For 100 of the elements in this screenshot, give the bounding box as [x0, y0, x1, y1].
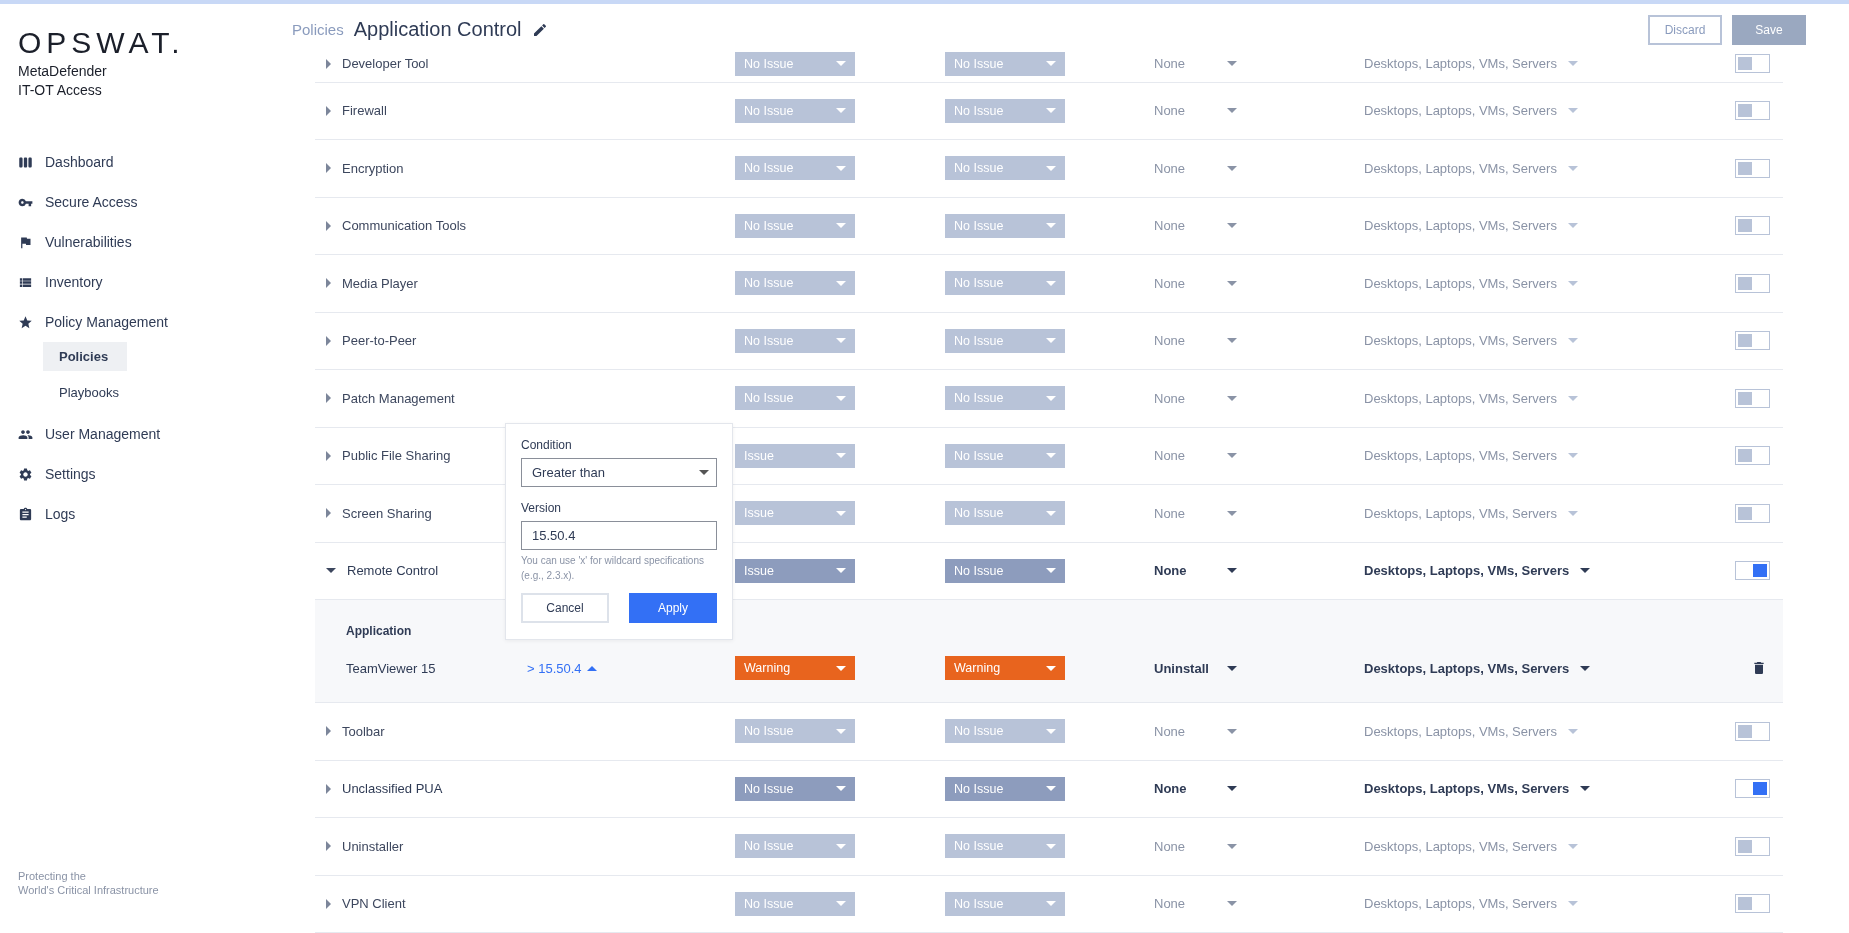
action-dropdown[interactable]: None	[1154, 103, 1242, 119]
action-dropdown[interactable]: None	[1154, 333, 1242, 349]
platform-dropdown[interactable]: Desktops, Laptops, VMs, Servers	[1364, 563, 1596, 579]
action-dropdown[interactable]: None	[1154, 390, 1242, 406]
action-dropdown[interactable]: None	[1154, 723, 1242, 739]
severity-dropdown[interactable]: No Issue	[945, 51, 1065, 76]
breadcrumb-link[interactable]: Policies	[292, 21, 344, 39]
severity-dropdown[interactable]: No Issue	[735, 156, 855, 181]
action-dropdown[interactable]: None	[1154, 218, 1242, 234]
severity-dropdown[interactable]: No Issue	[945, 443, 1065, 468]
action-dropdown[interactable]: None	[1154, 275, 1242, 291]
platform-dropdown[interactable]: Desktops, Laptops, VMs, Servers	[1364, 723, 1583, 739]
nav-item[interactable]: Logs	[18, 494, 76, 534]
severity-dropdown[interactable]: No Issue	[945, 501, 1065, 526]
platform-dropdown[interactable]: Desktops, Laptops, VMs, Servers	[1364, 660, 1596, 676]
action-dropdown[interactable]: None	[1154, 160, 1242, 176]
enable-toggle[interactable]	[1735, 101, 1770, 121]
platform-dropdown[interactable]: Desktops, Laptops, VMs, Servers	[1364, 275, 1583, 291]
platform-dropdown[interactable]: Desktops, Laptops, VMs, Servers	[1364, 505, 1583, 521]
severity-dropdown[interactable]: No Issue	[945, 271, 1065, 296]
header-button[interactable]: Discard	[1648, 14, 1722, 45]
severity-dropdown[interactable]: No Issue	[735, 834, 855, 859]
collapse-icon[interactable]	[326, 568, 336, 574]
nav-item[interactable]: Dashboard	[18, 142, 114, 182]
enable-toggle[interactable]	[1735, 779, 1770, 799]
severity-dropdown[interactable]: Warning	[945, 656, 1065, 680]
platform-dropdown[interactable]: Desktops, Laptops, VMs, Servers	[1364, 390, 1583, 406]
expand-icon[interactable]	[326, 335, 331, 346]
nav-item[interactable]: Vulnerabilities	[18, 222, 132, 262]
platform-dropdown[interactable]: Desktops, Laptops, VMs, Servers	[1364, 160, 1583, 176]
severity-dropdown[interactable]: No Issue	[735, 271, 855, 296]
severity-dropdown[interactable]: Warning	[735, 656, 855, 680]
nav-item[interactable]: Secure Access	[18, 182, 138, 222]
nav-item[interactable]: Inventory	[18, 262, 103, 302]
platform-dropdown[interactable]: Desktops, Laptops, VMs, Servers	[1364, 103, 1583, 119]
severity-dropdown[interactable]: No Issue	[735, 776, 855, 801]
enable-toggle[interactable]	[1735, 216, 1770, 236]
nav-subitem[interactable]: Policies	[43, 342, 127, 371]
action-dropdown[interactable]: None	[1154, 896, 1242, 912]
expand-icon[interactable]	[326, 393, 331, 404]
expand-icon[interactable]	[326, 163, 331, 174]
enable-toggle[interactable]	[1735, 836, 1770, 856]
cancel-button[interactable]: Cancel	[521, 592, 609, 623]
platform-dropdown[interactable]: Desktops, Laptops, VMs, Servers	[1364, 781, 1596, 797]
expand-icon[interactable]	[326, 105, 331, 116]
nav-subitem[interactable]: Playbooks	[43, 378, 127, 407]
version-field[interactable]: 15.50.4	[521, 520, 717, 550]
nav-item[interactable]: Policy Management	[18, 302, 168, 342]
severity-dropdown[interactable]: No Issue	[945, 834, 1065, 859]
expand-icon[interactable]	[326, 450, 331, 461]
condition-select[interactable]: Greater than	[521, 457, 717, 487]
severity-dropdown[interactable]: Issue	[735, 558, 855, 583]
platform-dropdown[interactable]: Desktops, Laptops, VMs, Servers	[1364, 896, 1583, 912]
severity-dropdown[interactable]: No Issue	[945, 328, 1065, 353]
expand-icon[interactable]	[326, 898, 331, 909]
action-dropdown[interactable]: None	[1154, 505, 1242, 521]
severity-dropdown[interactable]: No Issue	[735, 719, 855, 744]
severity-dropdown[interactable]: No Issue	[945, 719, 1065, 744]
action-dropdown[interactable]: None	[1154, 781, 1242, 797]
expand-icon[interactable]	[326, 508, 331, 519]
severity-dropdown[interactable]: No Issue	[945, 98, 1065, 123]
enable-toggle[interactable]	[1735, 331, 1770, 351]
action-dropdown[interactable]: Uninstall	[1154, 660, 1242, 676]
severity-dropdown[interactable]: Issue	[735, 443, 855, 468]
apply-button[interactable]: Apply	[629, 592, 717, 623]
enable-toggle[interactable]	[1735, 158, 1770, 178]
severity-dropdown[interactable]: No Issue	[945, 156, 1065, 181]
severity-dropdown[interactable]: No Issue	[735, 328, 855, 353]
enable-toggle[interactable]	[1735, 894, 1770, 914]
platform-dropdown[interactable]: Desktops, Laptops, VMs, Servers	[1364, 218, 1583, 234]
delete-icon[interactable]	[1751, 660, 1767, 676]
enable-toggle[interactable]	[1735, 388, 1770, 408]
enable-toggle[interactable]	[1735, 721, 1770, 741]
severity-dropdown[interactable]: No Issue	[945, 386, 1065, 411]
platform-dropdown[interactable]: Desktops, Laptops, VMs, Servers	[1364, 448, 1583, 464]
expand-icon[interactable]	[326, 58, 331, 69]
platform-dropdown[interactable]: Desktops, Laptops, VMs, Servers	[1364, 838, 1583, 854]
severity-dropdown[interactable]: No Issue	[735, 98, 855, 123]
enable-toggle[interactable]	[1735, 503, 1770, 523]
action-dropdown[interactable]: None	[1154, 563, 1242, 579]
enable-toggle[interactable]	[1735, 273, 1770, 293]
expand-icon[interactable]	[326, 220, 331, 231]
severity-dropdown[interactable]: Issue	[735, 501, 855, 526]
severity-dropdown[interactable]: No Issue	[945, 558, 1065, 583]
version-link[interactable]: > 15.50.4	[527, 660, 602, 676]
action-dropdown[interactable]: None	[1154, 448, 1242, 464]
action-dropdown[interactable]: None	[1154, 56, 1242, 71]
severity-dropdown[interactable]: No Issue	[735, 891, 855, 916]
edit-icon[interactable]	[531, 21, 548, 38]
expand-icon[interactable]	[326, 726, 331, 737]
severity-dropdown[interactable]: No Issue	[945, 891, 1065, 916]
expand-icon[interactable]	[326, 278, 331, 289]
platform-dropdown[interactable]: Desktops, Laptops, VMs, Servers	[1364, 56, 1583, 71]
enable-toggle[interactable]	[1735, 54, 1770, 73]
platform-dropdown[interactable]: Desktops, Laptops, VMs, Servers	[1364, 333, 1583, 349]
enable-toggle[interactable]	[1735, 446, 1770, 466]
nav-item[interactable]: Settings	[18, 454, 96, 494]
severity-dropdown[interactable]: No Issue	[735, 51, 855, 76]
expand-icon[interactable]	[326, 783, 331, 794]
severity-dropdown[interactable]: No Issue	[735, 386, 855, 411]
